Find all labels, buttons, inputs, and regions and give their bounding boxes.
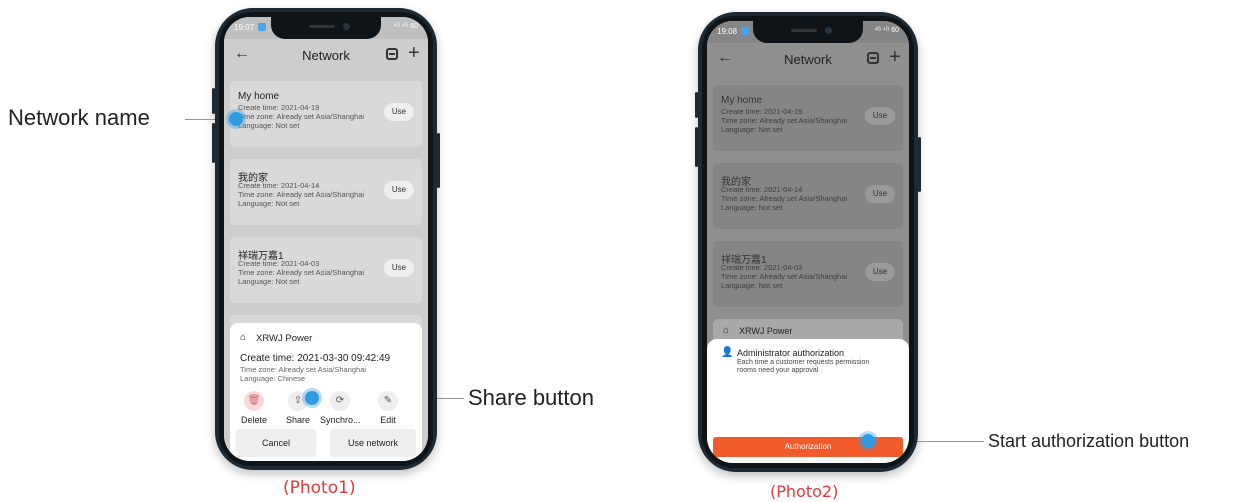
- caption-photo2: (Photo2): [770, 482, 839, 501]
- phone-frame-1: 19:07 ⁴ᴳ ⁴ᴳ 60 ← Network + My home Creat…: [212, 8, 440, 470]
- network-name: My home: [238, 91, 280, 102]
- use-button[interactable]: Use: [384, 103, 414, 121]
- side-button: [918, 137, 921, 192]
- app-bar: ← Network +: [224, 39, 428, 75]
- use-button[interactable]: Use: [384, 259, 414, 277]
- list-icon[interactable]: [867, 52, 879, 64]
- home-icon: ⌂: [723, 325, 730, 336]
- network-detail-sheet: ⌂ XRWJ Power Create time: 2021-03-30 09:…: [230, 323, 422, 461]
- edit-button[interactable]: ✎ Edit: [368, 391, 408, 425]
- side-button: [212, 123, 215, 163]
- trash-icon: 🗑: [244, 391, 264, 411]
- use-button[interactable]: Use: [384, 181, 414, 199]
- side-button: [695, 127, 698, 167]
- edit-icon: ✎: [378, 391, 398, 411]
- sync-icon: ⟳: [330, 391, 350, 411]
- use-button[interactable]: Use: [865, 263, 895, 281]
- network-card[interactable]: 我的家 Create time: 2021-04-14 Time zone: A…: [230, 159, 422, 225]
- cancel-button[interactable]: Cancel: [236, 429, 316, 457]
- caption-photo1: (Photo1): [283, 478, 356, 498]
- app-bar: ← Network +: [707, 43, 909, 79]
- notch: [753, 21, 863, 43]
- list-icon[interactable]: [386, 48, 398, 60]
- synchronize-button[interactable]: ⟳ Synchro...: [320, 391, 361, 425]
- notch: [271, 17, 381, 39]
- phone-frame-2: 19:08 ⁴ᴳ ⁴ᴳ 60 ← Network + My home Creat…: [695, 12, 921, 472]
- side-button: [212, 88, 215, 114]
- side-button: [437, 133, 440, 188]
- highlight-dot: [305, 391, 319, 405]
- auth-title: Administrator authorization: [737, 348, 845, 358]
- callout-network-name: Network name: [8, 105, 150, 130]
- notification-icon: [258, 23, 266, 31]
- person-icon: 👤: [721, 347, 734, 358]
- callout-start-authorization: Start authorization button: [988, 431, 1190, 451]
- sheet-create-time: Create time: 2021-03-30 09:42:49: [240, 353, 391, 364]
- phone-screen-2: 19:08 ⁴ᴳ ⁴ᴳ 60 ← Network + My home Creat…: [707, 21, 909, 463]
- callout-share-button: Share button: [468, 385, 594, 410]
- use-button[interactable]: Use: [865, 185, 895, 203]
- sheet-network-name: XRWJ Power: [256, 333, 313, 344]
- add-icon[interactable]: +: [408, 42, 420, 65]
- authorization-sheet: 👤 Administrator authorization Each time …: [707, 339, 909, 463]
- phone-screen-1: 19:07 ⁴ᴳ ⁴ᴳ 60 ← Network + My home Creat…: [224, 17, 428, 461]
- home-icon: ⌂: [240, 332, 247, 343]
- side-button: [695, 92, 698, 118]
- network-card[interactable]: My home Create time: 2021-04-19 Time zon…: [713, 85, 903, 151]
- notification-icon: [741, 27, 749, 35]
- add-icon[interactable]: +: [889, 46, 901, 69]
- highlight-dot: [229, 112, 243, 126]
- network-card[interactable]: 祥瑞万嘉1 Create time: 2021-04-03 Time zone:…: [230, 237, 422, 303]
- use-network-button[interactable]: Use network: [330, 429, 416, 457]
- delete-button[interactable]: 🗑 Delete: [234, 391, 274, 425]
- use-button[interactable]: Use: [865, 107, 895, 125]
- network-card[interactable]: My home Create time: 2021-04-19 Time zon…: [230, 81, 422, 147]
- network-card[interactable]: 祥瑞万嘉1 Create time: 2021-04-03 Time zone:…: [713, 241, 903, 307]
- highlight-dot: [861, 434, 875, 448]
- network-card[interactable]: 我的家 Create time: 2021-04-14 Time zone: A…: [713, 163, 903, 229]
